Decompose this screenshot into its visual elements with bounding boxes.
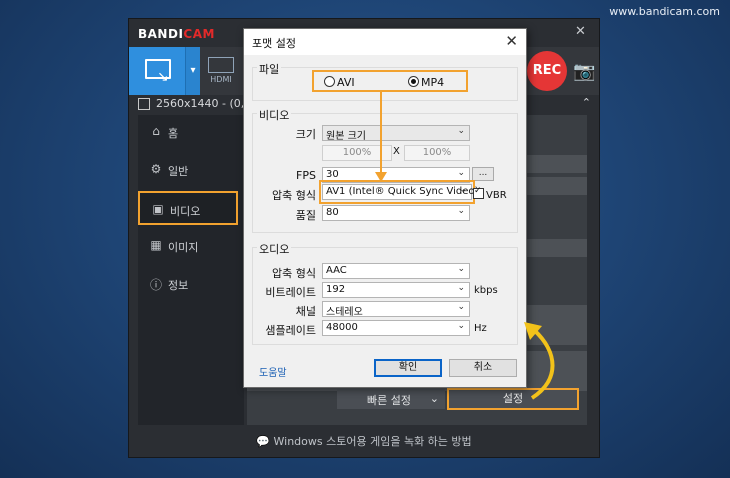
arrow-settings-to-dialog [524,322,555,400]
arrow-mp4-to-codec [375,92,387,182]
annotation-overlay [375,92,555,400]
